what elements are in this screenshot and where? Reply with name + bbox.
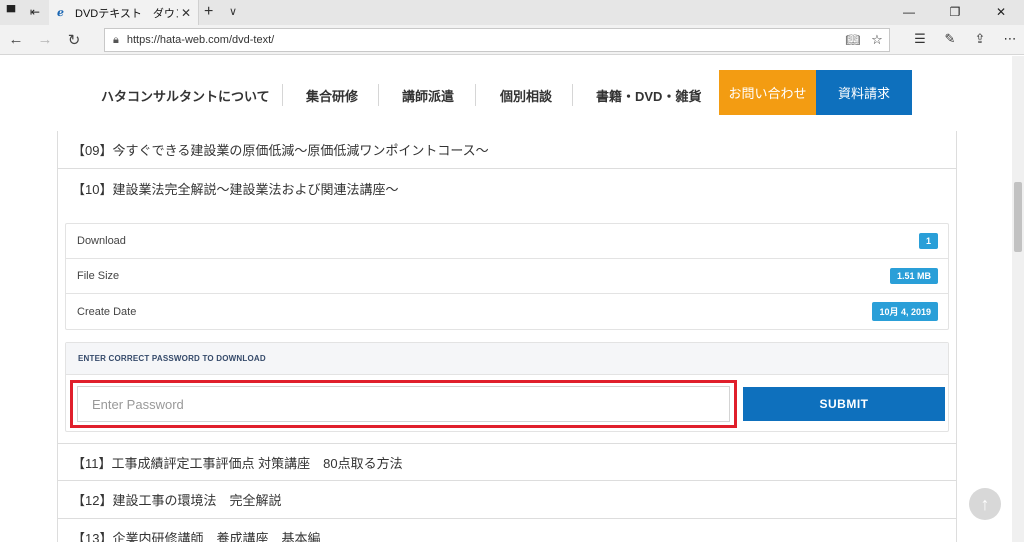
tab-list-chevron-icon[interactable]: ∨ <box>229 5 237 18</box>
forward-icon[interactable]: → <box>36 31 54 48</box>
refresh-icon[interactable]: ↻ <box>65 31 83 49</box>
back-to-top-icon[interactable]: ↑ <box>969 488 1001 520</box>
site-favicon-icon: ℯ <box>57 6 64 19</box>
contact-button[interactable]: お問い合わせ <box>719 70 816 115</box>
back-icon[interactable]: ← <box>7 31 25 48</box>
nav-consultation[interactable]: 個別相談 <box>500 86 552 105</box>
password-input[interactable] <box>77 386 730 422</box>
favorites-hub-icon[interactable]: ☰ <box>912 31 928 47</box>
request-materials-button[interactable]: 資料請求 <box>816 70 912 115</box>
scrollbar-thumb[interactable] <box>1014 182 1022 252</box>
create-date-badge: 10月 4, 2019 <box>872 302 938 321</box>
browser-tab[interactable]: ℯ DVDテキスト ダウンロード ✕ <box>49 0 199 25</box>
more-menu-icon[interactable]: ⋯ <box>1002 31 1018 47</box>
list-item-12[interactable]: 【12】建設工事の環境法 完全解説 <box>58 481 956 519</box>
site-header-nav: ハタコンサルタントについて 集合研修 講師派遣 個別相談 書籍・DVD・雑貨 お… <box>0 56 1012 131</box>
nav-about[interactable]: ハタコンサルタントについて <box>101 86 270 105</box>
download-count-row: Download 1 <box>66 224 948 259</box>
page-scrollbar[interactable] <box>1012 56 1024 542</box>
password-form: ENTER CORRECT PASSWORD TO DOWNLOAD SUBMI… <box>65 342 949 432</box>
url-field[interactable]: 🔒︎ https://hata-web.com/dvd-text/ 📖︎ ☆ <box>104 28 890 52</box>
minimize-icon[interactable]: — <box>886 0 932 25</box>
download-info-box: Download 1 File Size 1.51 MB Create Date… <box>65 223 949 330</box>
list-item-10[interactable]: 【10】建設業法完全解説～建設業法および関連法講座～ <box>58 169 956 207</box>
pen-notes-icon[interactable]: ✎ <box>942 31 958 47</box>
dvd-list: 【09】今すぐできる建設業の原価低減～原価低減ワンポイントコース～ 【10】建設… <box>57 131 957 542</box>
address-bar: ← → ↻ 🔒︎ https://hata-web.com/dvd-text/ … <box>0 25 1024 55</box>
lock-icon: 🔒︎ <box>113 33 119 46</box>
file-size-badge: 1.51 MB <box>889 268 938 284</box>
create-date-row: Create Date 10月 4, 2019 <box>66 294 948 329</box>
nav-divider <box>282 84 283 106</box>
submit-button[interactable]: SUBMIT <box>743 387 945 421</box>
url-text[interactable]: https://hata-web.com/dvd-text/ <box>127 34 841 46</box>
download-count-badge: 1 <box>918 233 938 249</box>
set-aside-tabs-icon[interactable]: ⇤ <box>28 5 42 19</box>
tab-preview-icon[interactable]: ▀ <box>4 5 18 19</box>
create-date-label: Create Date <box>77 305 137 318</box>
nav-divider <box>475 84 476 106</box>
password-form-header: ENTER CORRECT PASSWORD TO DOWNLOAD <box>66 343 948 375</box>
nav-divider <box>572 84 573 106</box>
browser-tab-bar: ▀ ⇤ ℯ DVDテキスト ダウンロード ✕ + ∨ — ❐ ✕ <box>0 0 1024 25</box>
file-size-row: File Size 1.51 MB <box>66 259 948 294</box>
reading-view-icon[interactable]: 📖︎ <box>841 33 865 47</box>
restore-icon[interactable]: ❐ <box>932 0 978 25</box>
file-size-label: File Size <box>77 270 120 282</box>
nav-group-training[interactable]: 集合研修 <box>306 86 358 105</box>
list-item-13[interactable]: 【13】企業内研修講師 養成講座 基本編 <box>58 519 956 542</box>
list-item-09[interactable]: 【09】今すぐできる建設業の原価低減～原価低減ワンポイントコース～ <box>58 131 956 169</box>
nav-instructor-dispatch[interactable]: 講師派遣 <box>402 86 454 105</box>
new-tab-icon[interactable]: + <box>204 3 213 21</box>
close-window-icon[interactable]: ✕ <box>978 0 1024 25</box>
nav-divider <box>378 84 379 106</box>
share-icon[interactable]: ⇪ <box>972 31 988 47</box>
page-viewport: ハタコンサルタントについて 集合研修 講師派遣 個別相談 書籍・DVD・雑貨 お… <box>0 56 1024 542</box>
download-label: Download <box>77 235 126 247</box>
tab-title: DVDテキスト ダウンロード <box>75 7 178 20</box>
list-item-11[interactable]: 【11】工事成績評定工事評価点 対策講座 80点取る方法 <box>58 443 956 481</box>
favorite-star-icon[interactable]: ☆ <box>865 32 889 48</box>
close-tab-icon[interactable]: ✕ <box>178 6 194 20</box>
nav-books-dvd[interactable]: 書籍・DVD・雑貨 <box>596 86 701 105</box>
